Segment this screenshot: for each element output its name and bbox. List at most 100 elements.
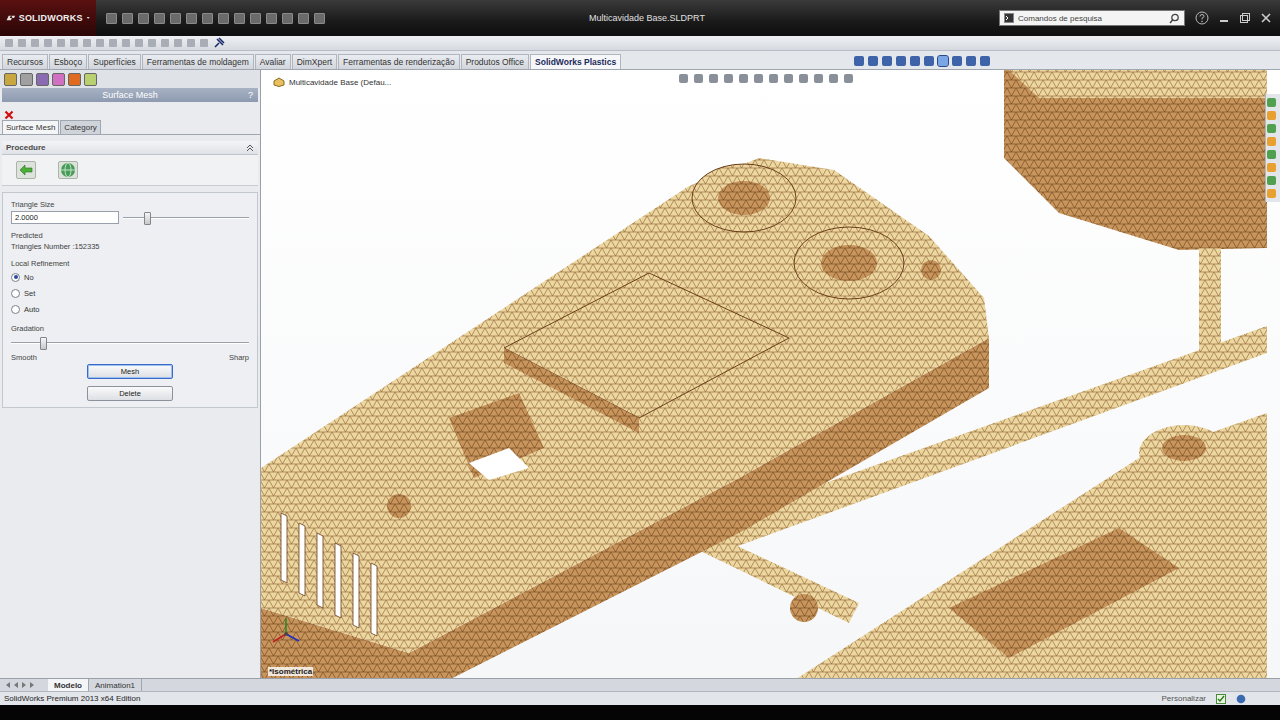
logo[interactable]: SOLIDWORKS <box>0 0 96 36</box>
command-tab[interactable]: SolidWorks Plastics <box>530 54 621 69</box>
toolbar-icon[interactable] <box>18 39 26 47</box>
mesh-model[interactable] <box>261 70 1267 678</box>
minimize-icon[interactable] <box>1218 12 1230 24</box>
toolbar-icon[interactable] <box>70 39 78 47</box>
section-header[interactable]: Procedure <box>2 141 258 155</box>
quick-tool-icon[interactable] <box>314 13 325 24</box>
restore-icon[interactable] <box>1239 12 1251 24</box>
view-icon[interactable] <box>924 56 934 66</box>
plastics-icon[interactable] <box>84 73 97 86</box>
task-pane-icon[interactable] <box>1267 98 1276 107</box>
task-pane-icon[interactable] <box>1267 163 1276 172</box>
view-icon[interactable] <box>882 56 892 66</box>
heads-up-icon[interactable] <box>769 74 778 83</box>
heads-up-icon[interactable] <box>754 74 763 83</box>
dimxpert-icon[interactable] <box>52 73 65 86</box>
view-icon[interactable] <box>868 56 878 66</box>
config-icon[interactable] <box>36 73 49 86</box>
pin-icon[interactable] <box>213 37 225 49</box>
toolbar-icon[interactable] <box>174 39 182 47</box>
back-button[interactable] <box>16 161 36 179</box>
refinement-radio[interactable]: No <box>11 269 249 285</box>
command-tab[interactable]: Produtos Office <box>461 54 529 69</box>
command-tab[interactable]: Avaliar <box>255 54 291 69</box>
graphics-area[interactable]: Multicavidade Base (Defau...*Isométrica <box>261 70 1280 678</box>
display-icon[interactable] <box>68 73 81 86</box>
toolbar-icon[interactable] <box>44 39 52 47</box>
task-pane-icon[interactable] <box>1267 176 1276 185</box>
help-icon[interactable] <box>1195 11 1209 25</box>
quick-tool-icon[interactable] <box>218 13 229 24</box>
quick-tool-icon[interactable] <box>154 13 165 24</box>
command-tab[interactable]: Ferramentas de moldagem <box>142 54 254 69</box>
toolbar-icon[interactable] <box>161 39 169 47</box>
quick-tool-icon[interactable] <box>266 13 277 24</box>
toolbar-icon[interactable] <box>148 39 156 47</box>
model-tab[interactable]: Animation1 <box>89 679 142 691</box>
heads-up-icon[interactable] <box>739 74 748 83</box>
heads-up-icon[interactable] <box>709 74 718 83</box>
search-field[interactable]: Comandos de pesquisa <box>999 10 1185 26</box>
toolbar-icon[interactable] <box>57 39 65 47</box>
task-pane-icon[interactable] <box>1267 137 1276 146</box>
toolbar-icon[interactable] <box>31 39 39 47</box>
view-icon[interactable] <box>896 56 906 66</box>
task-pane-icon[interactable] <box>1267 189 1276 198</box>
rebuild-icon[interactable] <box>1216 694 1226 704</box>
view-icon[interactable] <box>854 56 864 66</box>
collapse-icon[interactable] <box>246 144 254 152</box>
help-button[interactable]: ? <box>248 90 253 100</box>
view-icon[interactable] <box>910 56 920 66</box>
toolbar-icon[interactable] <box>135 39 143 47</box>
heads-up-icon[interactable] <box>724 74 733 83</box>
command-tab[interactable]: Superfícies <box>88 54 141 69</box>
refinement-radio[interactable]: Set <box>11 285 249 301</box>
command-tab[interactable]: Ferramentas de renderização <box>338 54 460 69</box>
triangle-size-field[interactable]: 2.0000 <box>11 211 119 224</box>
command-tab[interactable]: Recursos <box>2 54 48 69</box>
model-tab[interactable]: Modelo <box>48 679 89 691</box>
tab-nav-icon[interactable] <box>4 681 34 689</box>
heads-up-icon[interactable] <box>844 74 853 83</box>
panel-tab[interactable]: Category <box>60 120 100 134</box>
triangle-size-slider[interactable] <box>123 212 249 224</box>
quick-tool-icon[interactable] <box>106 13 117 24</box>
view-icon[interactable] <box>952 56 962 66</box>
toolbar-icon[interactable] <box>109 39 117 47</box>
heads-up-icon[interactable] <box>784 74 793 83</box>
command-tab[interactable]: DimXpert <box>292 54 337 69</box>
quick-tool-icon[interactable] <box>250 13 261 24</box>
cancel-icon[interactable] <box>4 110 14 120</box>
quick-tool-icon[interactable] <box>186 13 197 24</box>
panel-tab[interactable]: Surface Mesh <box>2 120 59 134</box>
search-icon[interactable] <box>1169 13 1180 24</box>
view-icon[interactable] <box>938 56 948 66</box>
refinement-radio[interactable]: Auto <box>11 301 249 317</box>
panel-button[interactable]: Delete <box>87 386 173 401</box>
toolbar-icon[interactable] <box>96 39 104 47</box>
heads-up-icon[interactable] <box>679 74 688 83</box>
toolbar-icon[interactable] <box>83 39 91 47</box>
feature-tree-flyout[interactable]: Multicavidade Base (Defau... <box>271 76 393 88</box>
quick-tool-icon[interactable] <box>202 13 213 24</box>
toolbar-icon[interactable] <box>122 39 130 47</box>
quick-tool-icon[interactable] <box>234 13 245 24</box>
gradation-slider[interactable] <box>11 337 249 349</box>
heads-up-icon[interactable] <box>814 74 823 83</box>
close-icon[interactable] <box>1260 12 1272 24</box>
quick-tool-icon[interactable] <box>170 13 181 24</box>
task-pane-icon[interactable] <box>1267 124 1276 133</box>
command-tab[interactable]: Esboço <box>49 54 87 69</box>
view-icon[interactable] <box>980 56 990 66</box>
quick-tool-icon[interactable] <box>298 13 309 24</box>
toolbar-icon[interactable] <box>200 39 208 47</box>
help-small-icon[interactable] <box>1236 694 1246 704</box>
panel-button[interactable]: Mesh <box>87 364 173 379</box>
view-icon[interactable] <box>966 56 976 66</box>
property-icon[interactable] <box>20 73 33 86</box>
feature-tree-icon[interactable] <box>4 73 17 86</box>
toolbar-icon[interactable] <box>5 39 13 47</box>
toolbar-icon[interactable] <box>187 39 195 47</box>
heads-up-icon[interactable] <box>829 74 838 83</box>
heads-up-icon[interactable] <box>694 74 703 83</box>
